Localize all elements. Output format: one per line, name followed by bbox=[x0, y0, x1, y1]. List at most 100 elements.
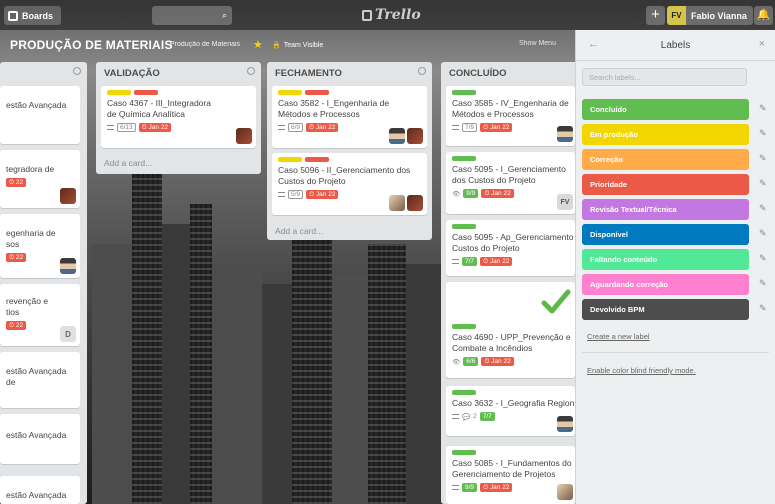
list-item[interactable]: estão Avançada de bbox=[0, 352, 80, 408]
list-options-icon[interactable] bbox=[247, 67, 255, 75]
board-visibility-chip[interactable]: 🔒 Team Visible bbox=[272, 41, 323, 50]
list-item[interactable]: estão Avançada bbox=[0, 476, 80, 504]
avatar[interactable] bbox=[389, 128, 405, 144]
comment-icon: 💬 bbox=[462, 413, 471, 421]
list-item[interactable]: egenharia de sos ⏲ 22 bbox=[0, 214, 80, 278]
eye-icon: 👁 bbox=[452, 358, 461, 366]
pencil-icon[interactable]: ✎ bbox=[759, 153, 767, 164]
show-menu-link[interactable]: Show Menu bbox=[519, 40, 556, 47]
labels-panel-header: ← Labels × bbox=[576, 30, 775, 61]
add-card-link[interactable]: Add a card... bbox=[104, 158, 152, 168]
background-building bbox=[212, 264, 262, 504]
avatar[interactable] bbox=[407, 128, 423, 144]
list-item[interactable]: estão Avançada bbox=[0, 414, 80, 464]
checklist-badge: 6/13 bbox=[117, 123, 136, 132]
avatar[interactable] bbox=[389, 195, 405, 211]
due-date-badge: ⏲ Jan 22 bbox=[480, 483, 513, 492]
label-em-producao[interactable]: Em produção bbox=[582, 124, 749, 145]
avatar[interactable] bbox=[557, 126, 573, 142]
card-title: Caso 4690 - UPP_Prevenção e Combate a In… bbox=[452, 332, 571, 353]
description-icon bbox=[452, 125, 459, 130]
pencil-icon[interactable]: ✎ bbox=[759, 203, 767, 214]
list-item[interactable]: tegradora de ⏲ 22 bbox=[0, 150, 80, 208]
card-label bbox=[107, 90, 131, 95]
list-header: CONCLUÍDO bbox=[441, 62, 575, 84]
pencil-icon[interactable]: ✎ bbox=[759, 128, 767, 139]
card-title: egenharia de sos bbox=[6, 228, 56, 249]
pencil-icon[interactable]: ✎ bbox=[759, 303, 767, 314]
pencil-icon[interactable]: ✎ bbox=[759, 178, 767, 189]
avatar[interactable] bbox=[236, 128, 252, 144]
add-card-link[interactable]: Add a card... bbox=[275, 226, 323, 236]
label-correcao[interactable]: Correção bbox=[582, 149, 749, 170]
list-item[interactable]: Caso 5096 - II_Gerenciamento dos Custos … bbox=[272, 153, 427, 215]
eye-icon: 👁 bbox=[452, 190, 461, 198]
background-building bbox=[262, 284, 292, 504]
list-header bbox=[0, 62, 87, 84]
label-aguardando-correcao[interactable]: Aguardando correção bbox=[582, 274, 749, 295]
avatar[interactable]: D bbox=[60, 326, 76, 342]
card-title: Caso 3582 - I_Engenharia de Métodos e Pr… bbox=[278, 98, 390, 119]
avatar[interactable]: FV bbox=[557, 194, 573, 210]
notifications-bell-icon[interactable]: 🔔 bbox=[754, 6, 773, 25]
list-item[interactable]: estão Avançada bbox=[0, 86, 80, 144]
checklist-badge: 7/7 bbox=[462, 257, 478, 266]
background-building bbox=[190, 204, 212, 504]
label-disponivel[interactable]: Disponível bbox=[582, 224, 749, 245]
header-search-input[interactable]: ⌕ bbox=[152, 6, 232, 25]
avatar[interactable] bbox=[407, 195, 423, 211]
label-devolvido-bpm[interactable]: Devolvido BPM bbox=[582, 299, 749, 320]
search-labels-input[interactable]: Search labels... bbox=[582, 68, 747, 86]
add-button[interactable]: + bbox=[646, 6, 665, 25]
card-title: Caso 5095 - Ap_Gerenciamento Custos do P… bbox=[452, 232, 574, 253]
list-options-icon[interactable] bbox=[418, 67, 426, 75]
list-item[interactable]: Caso 5085 - I_Fundamentos do Gerenciamen… bbox=[446, 446, 575, 504]
avatar[interactable] bbox=[557, 416, 573, 432]
pencil-icon[interactable]: ✎ bbox=[759, 278, 767, 289]
close-icon[interactable]: × bbox=[759, 38, 765, 50]
boards-button[interactable]: Boards bbox=[4, 6, 62, 25]
list-item[interactable]: Caso 4367 - III_Integradora de Química A… bbox=[101, 86, 256, 148]
list-item[interactable]: Caso 5095 - Ap_Gerenciamento Custos do P… bbox=[446, 220, 575, 276]
list-title: FECHAMENTO bbox=[275, 68, 342, 79]
label-concluido[interactable]: Concluído bbox=[582, 99, 749, 120]
pencil-icon[interactable]: ✎ bbox=[759, 253, 767, 264]
label-faltando-conteudo[interactable]: Faltando conteúdo bbox=[582, 249, 749, 270]
board-title[interactable]: PRODUÇÃO DE MATERIAIS bbox=[10, 38, 173, 52]
board-organization-chip[interactable]: Produção de Materiais bbox=[170, 41, 240, 48]
list-item[interactable]: revenção e tios ⏲ 22 D bbox=[0, 284, 80, 346]
card-title: Caso 3632 - I_Geografia Regional bbox=[452, 398, 574, 408]
panel-divider bbox=[582, 352, 769, 353]
list-options-icon[interactable] bbox=[73, 67, 81, 75]
list-item[interactable]: Caso 5095 - I_Gerenciamento dos Custos d… bbox=[446, 152, 575, 214]
list-title: CONCLUÍDO bbox=[449, 68, 507, 79]
avatar[interactable] bbox=[60, 188, 76, 204]
trello-logo[interactable]: Trello bbox=[362, 7, 421, 23]
card-label bbox=[305, 90, 329, 95]
checklist-badge: 7/9 bbox=[462, 123, 478, 132]
checklist-badge: 6/6 bbox=[463, 357, 479, 366]
labels-panel-title: Labels bbox=[660, 40, 691, 51]
background-building bbox=[162, 224, 190, 504]
pencil-icon[interactable]: ✎ bbox=[759, 103, 767, 114]
checklist-badge: 5/9 bbox=[288, 190, 304, 199]
checklist-badge: 6/9 bbox=[288, 123, 304, 132]
card-title: Caso 5095 - I_Gerenciamento dos Custos d… bbox=[452, 164, 566, 185]
card-label bbox=[305, 157, 329, 162]
create-label-link[interactable]: Create a new label bbox=[587, 332, 650, 341]
checklist-badge: 9/9 bbox=[462, 483, 478, 492]
pencil-icon[interactable]: ✎ bbox=[759, 228, 767, 239]
avatar[interactable] bbox=[60, 258, 76, 274]
due-date-badge: ⏲ Jan 22 bbox=[138, 123, 172, 132]
avatar[interactable] bbox=[557, 484, 573, 500]
label-prioridade[interactable]: Prioridade bbox=[582, 174, 749, 195]
card-title: Caso 3585 - IV_Engenharia de Métodos e P… bbox=[452, 98, 569, 119]
member-menu-button[interactable]: FV Fabio Vianna bbox=[667, 6, 753, 25]
label-revisao-textual[interactable]: Revisão Textual/Técnica bbox=[582, 199, 749, 220]
star-icon[interactable]: ★ bbox=[253, 38, 263, 51]
list-item[interactable]: Caso 3582 - I_Engenharia de Métodos e Pr… bbox=[272, 86, 427, 148]
list-item[interactable]: Caso 3632 - I_Geografia Regional 💬 2 7/7 bbox=[446, 386, 575, 436]
description-icon bbox=[278, 125, 285, 130]
color-blind-mode-link[interactable]: Enable color blind friendly mode. bbox=[587, 366, 696, 375]
list-item[interactable]: Caso 3585 - IV_Engenharia de Métodos e P… bbox=[446, 86, 575, 146]
